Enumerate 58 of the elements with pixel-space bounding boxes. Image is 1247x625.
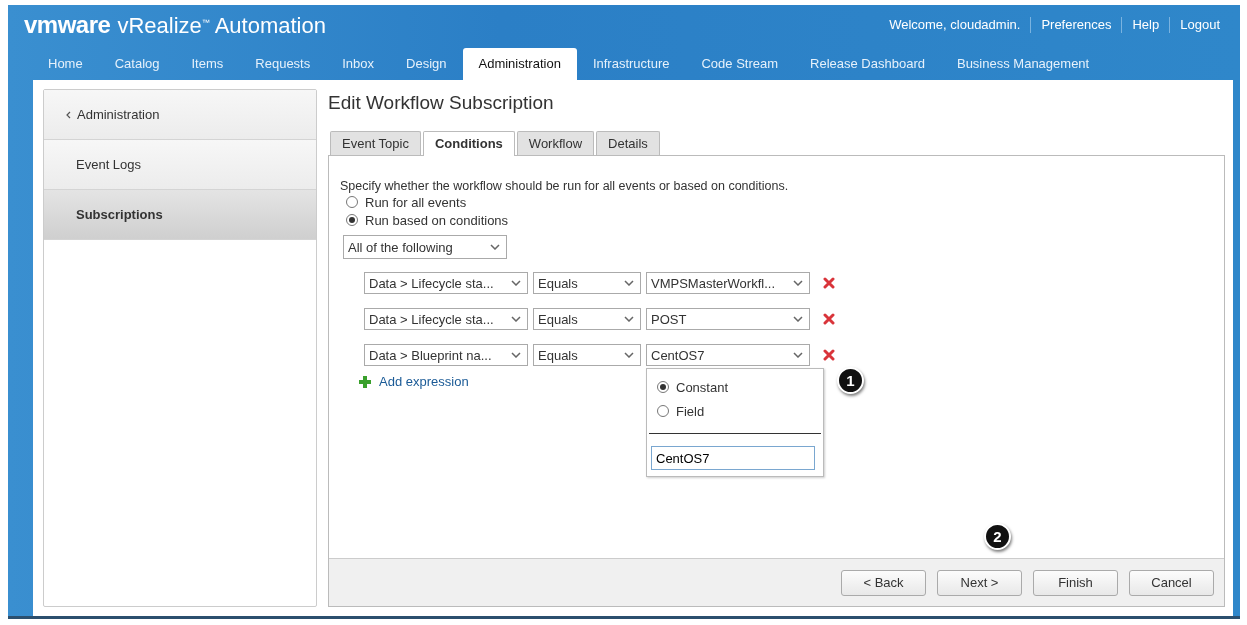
- tab[interactable]: Workflow: [516, 131, 595, 155]
- wizard-button[interactable]: < Back: [841, 569, 926, 596]
- field-select[interactable]: Data > Blueprint na...: [364, 344, 528, 366]
- product-logo: vmware vRealize$^{™}$ Automation: [24, 10, 326, 39]
- plus-icon: [358, 374, 372, 389]
- greeting-label: Welcome, cloudadmin.: [888, 17, 1022, 32]
- radio-option[interactable]: Run based on conditions: [340, 211, 1213, 229]
- chevron-left-icon: [66, 110, 71, 119]
- delete-icon[interactable]: [823, 313, 835, 325]
- sidebar-item[interactable]: Event Logs: [44, 140, 316, 190]
- caret-icon: [624, 316, 634, 322]
- nav-tab[interactable]: Code Stream: [685, 48, 795, 80]
- value-input[interactable]: CentOS7: [651, 446, 815, 470]
- header-link[interactable]: Preferences: [1031, 17, 1122, 32]
- wizard-button[interactable]: Finish: [1033, 569, 1118, 596]
- caret-icon: [511, 352, 521, 358]
- caret-icon: [511, 316, 521, 322]
- nav-tab[interactable]: Business Management: [940, 48, 1106, 80]
- value-select[interactable]: VMPSMasterWorkfl...: [646, 272, 810, 294]
- radio-option[interactable]: Field: [647, 399, 823, 423]
- caret-icon: [490, 244, 500, 250]
- caret-icon: [793, 352, 803, 358]
- instruction-text: Specify whether the workflow should be run for all events or based on conditions.: [340, 179, 790, 193]
- operator-select[interactable]: Equals: [533, 308, 641, 330]
- radio-option[interactable]: Run for all events: [340, 193, 1213, 211]
- field-select[interactable]: Data > Lifecycle sta...: [364, 308, 528, 330]
- add-expression-link[interactable]: Add expression: [358, 374, 469, 389]
- tab[interactable]: Event Topic: [330, 131, 421, 155]
- value-select[interactable]: POST: [646, 308, 810, 330]
- wizard-button[interactable]: Cancel: [1129, 569, 1214, 596]
- caret-icon: [511, 280, 521, 286]
- caret-icon: [624, 280, 634, 286]
- nav-tab[interactable]: Administration: [462, 48, 577, 80]
- callout-badge: 2: [984, 522, 1011, 550]
- header-link[interactable]: Logout: [1170, 17, 1230, 32]
- sidebar-item[interactable]: Subscriptions: [44, 190, 316, 240]
- delete-icon[interactable]: [823, 277, 835, 289]
- value-select[interactable]: CentOS7: [646, 344, 810, 366]
- field-select[interactable]: Data > Lifecycle sta...: [364, 272, 528, 294]
- nav-tab[interactable]: Release Dashboard: [794, 48, 941, 80]
- wizard-button[interactable]: Next >: [937, 569, 1022, 596]
- operator-select[interactable]: Equals: [533, 344, 641, 366]
- delete-icon[interactable]: [823, 349, 835, 361]
- caret-icon: [624, 352, 634, 358]
- match-select[interactable]: All of the following: [343, 235, 507, 259]
- radio-option[interactable]: Constant: [647, 375, 823, 399]
- tab[interactable]: Conditions: [422, 131, 515, 156]
- nav-tab[interactable]: Design: [390, 48, 463, 80]
- nav-tab[interactable]: Inbox: [326, 48, 391, 80]
- sidebar-item[interactable]: Administration: [44, 90, 316, 140]
- header-link[interactable]: Help: [1122, 17, 1170, 32]
- page-title: Edit Workflow Subscription: [328, 92, 555, 115]
- caret-icon: [793, 280, 803, 286]
- nav-tab[interactable]: Infrastructure: [576, 48, 686, 80]
- caret-icon: [793, 316, 803, 322]
- operator-select[interactable]: Equals: [533, 272, 641, 294]
- tab[interactable]: Details: [596, 131, 660, 155]
- callout-badge: 1: [837, 367, 864, 394]
